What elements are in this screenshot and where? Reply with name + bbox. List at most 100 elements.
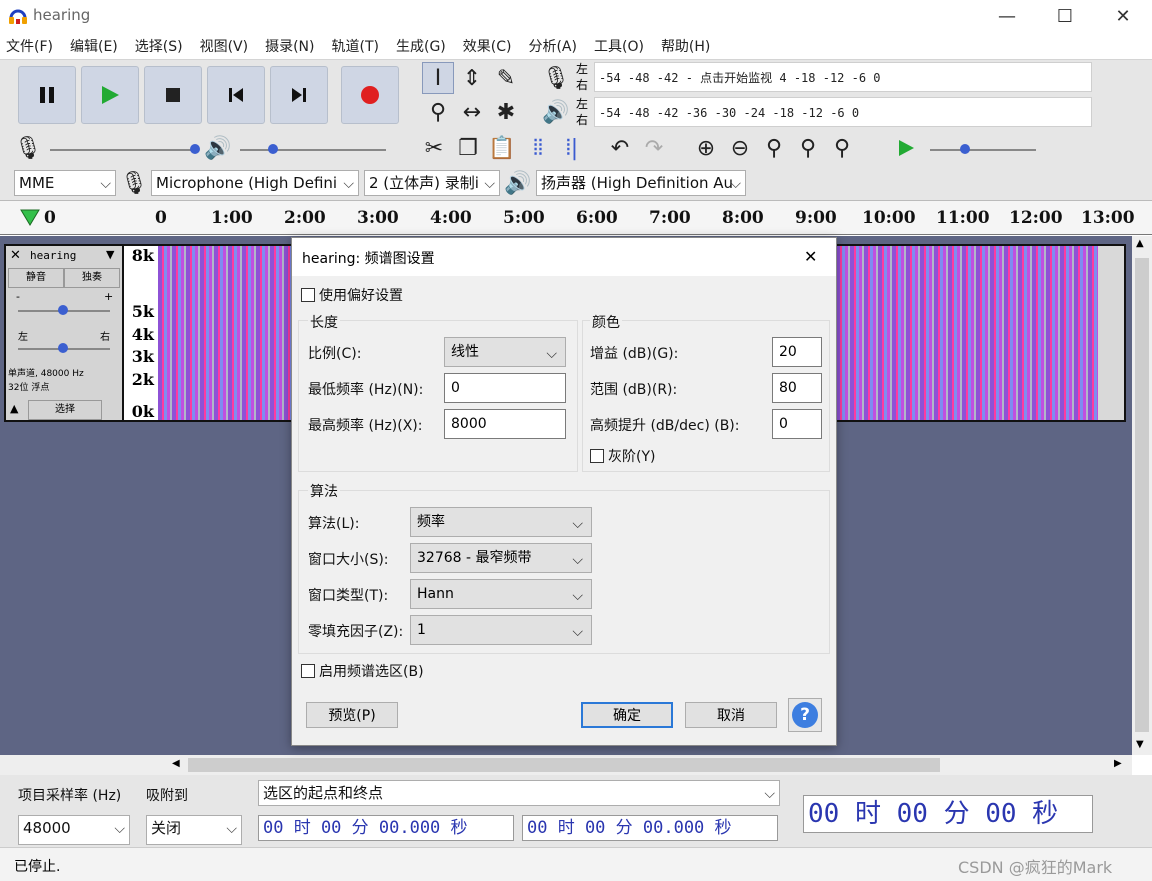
timeline-ruler[interactable]: 0 0 1:00 2:00 3:00 4:00 5:00 6:00 7:00 8… [0,200,1152,235]
enable-spectral-selection-checkbox[interactable] [301,664,315,678]
spectrogram-right[interactable] [836,244,1098,422]
minimize-button[interactable]: — [978,0,1036,32]
input-device-select[interactable]: Microphone (High Defini [151,170,359,196]
mute-button[interactable]: 静音 [8,268,64,288]
play-meter-button[interactable]: 🔊 [540,96,572,128]
skip-end-button[interactable] [270,66,328,124]
solo-button[interactable]: 独奏 [64,268,120,288]
zero-pad-select[interactable]: 1 [410,615,592,646]
draw-tool-button[interactable]: ✎ [490,62,522,94]
gain-input[interactable]: 20 [772,337,822,367]
output-volume-knob[interactable] [268,144,278,154]
selection-end-time[interactable]: 00 时 00 分 00.000 秒 [522,815,778,841]
channels-select[interactable]: 2 (立体声) 录制i [364,170,500,196]
track-close-icon[interactable]: ✕ [10,248,21,263]
menu-tools[interactable]: 工具(O) [594,34,644,58]
grayscale-checkbox[interactable] [590,449,604,463]
zoom-out-button[interactable]: ⊖ [724,132,756,164]
collapse-track-icon[interactable]: ▲ [10,402,18,415]
menu-analyze[interactable]: 分析(A) [528,34,577,58]
stop-button[interactable] [144,66,202,124]
menu-file[interactable]: 文件(F) [6,34,53,58]
menu-view[interactable]: 视图(V) [200,34,249,58]
track-menu-chevron-icon[interactable]: ▼ [106,248,114,261]
menu-select[interactable]: 选择(S) [135,34,183,58]
fit-project-button[interactable]: ⚲ [792,132,824,164]
window-size-select[interactable]: 32768 - 最窄频带 [410,543,592,574]
trim-button[interactable]: ⦙⦙ [522,132,554,164]
paste-button[interactable]: 📋 [486,132,518,164]
play-button[interactable] [81,66,139,124]
undo-button[interactable]: ↶ [604,132,636,164]
record-button[interactable] [341,66,399,124]
menu-effect[interactable]: 效果(C) [463,34,512,58]
preview-button[interactable]: 预览(P) [306,702,398,728]
menu-record[interactable]: 摄录(N) [265,34,314,58]
audio-host-select[interactable]: MME [14,170,116,196]
menu-edit[interactable]: 编辑(E) [70,34,118,58]
menu-generate[interactable]: 生成(G) [396,34,446,58]
scroll-left-icon[interactable]: ◀ [172,758,180,769]
track-name-menu[interactable]: hearing [30,249,76,262]
dialog-close-button[interactable]: ✕ [804,247,817,266]
scale-select[interactable]: 线性 [444,337,566,368]
zoom-tool-button[interactable]: ⚲ [422,96,454,128]
horizontal-scrollbar[interactable]: ◀ [0,755,1132,775]
audio-position-time[interactable]: 00 时 00 分 00 秒 [803,795,1093,833]
scroll-down-icon[interactable]: ▼ [1136,739,1144,750]
select-track-button[interactable]: 选择 [28,400,102,420]
record-meter[interactable]: -54 -48 -42 - 点击开始监视 4 -18 -12 -6 0 [594,62,1092,92]
horizontal-scroll-thumb[interactable] [188,758,940,772]
output-volume-slider[interactable] [240,149,386,151]
play-speed-knob[interactable] [960,144,970,154]
output-device-select[interactable]: 扬声器 (High Definition Au [536,170,746,196]
menu-help[interactable]: 帮助(H) [661,34,710,58]
copy-button[interactable]: ❐ [452,132,484,164]
project-rate-select[interactable]: 48000 [18,815,130,845]
cut-button[interactable]: ✂ [418,132,450,164]
window-type-select[interactable]: Hann [410,579,592,610]
record-meter-button[interactable]: 🎙 [540,62,572,94]
input-volume-slider[interactable] [50,149,196,151]
input-volume-knob[interactable] [190,144,200,154]
track-gain-knob[interactable] [58,305,68,315]
maximize-button[interactable]: ☐ [1036,0,1094,32]
min-freq-input[interactable]: 0 [444,373,566,403]
track-pan-knob[interactable] [58,343,68,353]
multi-tool-button[interactable]: ✱ [490,96,522,128]
speaker-icon: 🔊 [542,99,570,125]
play-meter[interactable]: -54 -48 -42 -36 -30 -24 -18 -12 -6 0 [594,97,1092,127]
close-window-button[interactable]: ✕ [1094,0,1152,32]
cancel-button[interactable]: 取消 [685,702,777,728]
algorithm-select[interactable]: 频率 [410,507,592,538]
max-freq-input[interactable]: 8000 [444,409,566,439]
envelope-tool-button[interactable]: ⇕ [456,62,488,94]
zoom-toggle-button[interactable]: ⚲ [826,132,858,164]
zoom-in-button[interactable]: ⊕ [690,132,722,164]
snap-to-select[interactable]: 关闭 [146,815,242,845]
spectrogram-left[interactable] [158,244,292,422]
menu-tracks[interactable]: 轨道(T) [332,34,379,58]
redo-button[interactable]: ↷ [638,132,670,164]
freq-boost-input[interactable]: 0 [772,409,822,439]
selection-tool-button[interactable]: I [422,62,454,94]
fit-selection-button[interactable]: ⚲ [758,132,790,164]
freq-label: 5k [131,302,154,321]
selection-mode-select[interactable]: 选区的起点和终点 [258,780,780,806]
pause-button[interactable] [18,66,76,124]
scroll-right-icon[interactable]: ▶ [1114,758,1122,769]
silence-button[interactable]: ⦙| [556,132,588,164]
vertical-scroll-thumb[interactable] [1135,258,1149,732]
vertical-scrollbar[interactable]: ▲ ▼ [1132,236,1152,755]
play-speed-slider[interactable] [930,149,1036,151]
selection-start-time[interactable]: 00 时 00 分 00.000 秒 [258,815,514,841]
help-button[interactable]: ? [788,698,822,732]
range-input[interactable]: 80 [772,373,822,403]
microphone-icon: 🎙 [14,135,42,161]
timeshift-tool-button[interactable]: ↔ [456,96,488,128]
scroll-up-icon[interactable]: ▲ [1136,238,1144,249]
use-prefs-checkbox[interactable] [301,288,315,302]
ok-button[interactable]: 确定 [581,702,673,728]
skip-start-button[interactable] [207,66,265,124]
play-at-speed-button[interactable] [890,132,922,164]
